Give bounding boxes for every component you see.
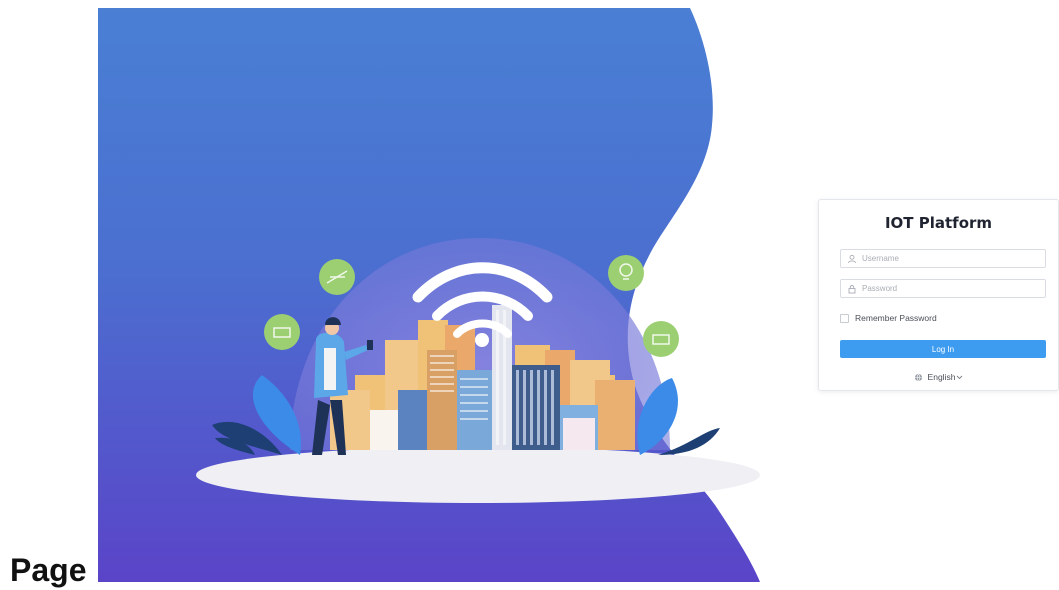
username-field[interactable] bbox=[840, 249, 1046, 268]
globe-icon bbox=[914, 373, 923, 382]
password-input[interactable] bbox=[862, 284, 1037, 293]
login-card: IOT Platform Remember Password Log In En… bbox=[818, 199, 1059, 391]
user-icon bbox=[847, 254, 857, 264]
remember-password-label: Remember Password bbox=[855, 313, 937, 323]
password-field[interactable] bbox=[840, 279, 1046, 298]
remember-password-checkbox[interactable] bbox=[840, 313, 849, 323]
login-title: IOT Platform bbox=[884, 214, 993, 232]
language-selector[interactable]: English bbox=[819, 372, 1058, 382]
username-input[interactable] bbox=[862, 254, 1037, 263]
lock-icon bbox=[847, 284, 857, 294]
remember-password-option[interactable]: Remember Password bbox=[840, 313, 937, 323]
language-label: English bbox=[927, 372, 956, 382]
chevron-down-icon bbox=[956, 375, 963, 380]
login-button[interactable]: Log In bbox=[840, 340, 1046, 358]
ground-platform bbox=[196, 447, 760, 503]
page-label: Page bbox=[10, 552, 87, 588]
